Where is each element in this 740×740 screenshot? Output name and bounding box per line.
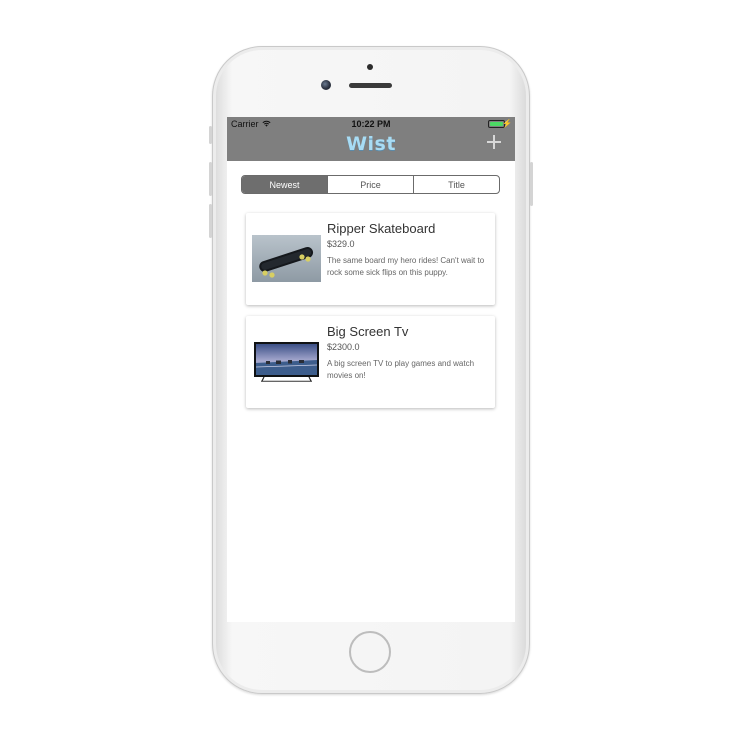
volume-down-button [209,204,212,238]
front-camera [321,80,331,90]
status-bar: Carrier 10:22 PM ⚡ [227,117,515,131]
sort-segmented-control: Newest Price Title [241,175,500,194]
item-description: The same board my hero rides! Can't wait… [327,256,485,277]
app-screen: Carrier 10:22 PM ⚡ Wist Newest Price Tit… [227,117,515,622]
navigation-bar: Carrier 10:22 PM ⚡ Wist [227,117,515,161]
sort-price-segment[interactable]: Price [327,176,413,193]
status-time: 10:22 PM [351,119,391,129]
sort-title-segment[interactable]: Title [413,176,499,193]
app-logo-title: Wist [346,133,396,155]
item-price: $2300.0 [327,342,360,352]
earpiece-speaker [349,83,392,88]
volume-up-button [209,162,212,196]
plus-icon[interactable] [487,135,501,149]
skateboard-thumbnail [252,235,321,282]
proximity-sensor [367,64,373,70]
sort-newest-segment[interactable]: Newest [242,176,327,193]
item-title: Ripper Skateboard [327,221,436,236]
list-item[interactable]: Ripper Skateboard $329.0 The same board … [246,213,495,305]
mute-switch [209,126,212,144]
power-button [530,162,533,206]
item-price: $329.0 [327,239,355,249]
television-thumbnail [252,338,321,385]
list-item[interactable]: Big Screen Tv $2300.0 A big screen TV to… [246,316,495,408]
charging-bolt-icon: ⚡ [502,119,512,128]
home-button[interactable] [349,631,391,673]
item-title: Big Screen Tv [327,324,409,339]
item-description: A big screen TV to play games and watch … [327,359,475,380]
